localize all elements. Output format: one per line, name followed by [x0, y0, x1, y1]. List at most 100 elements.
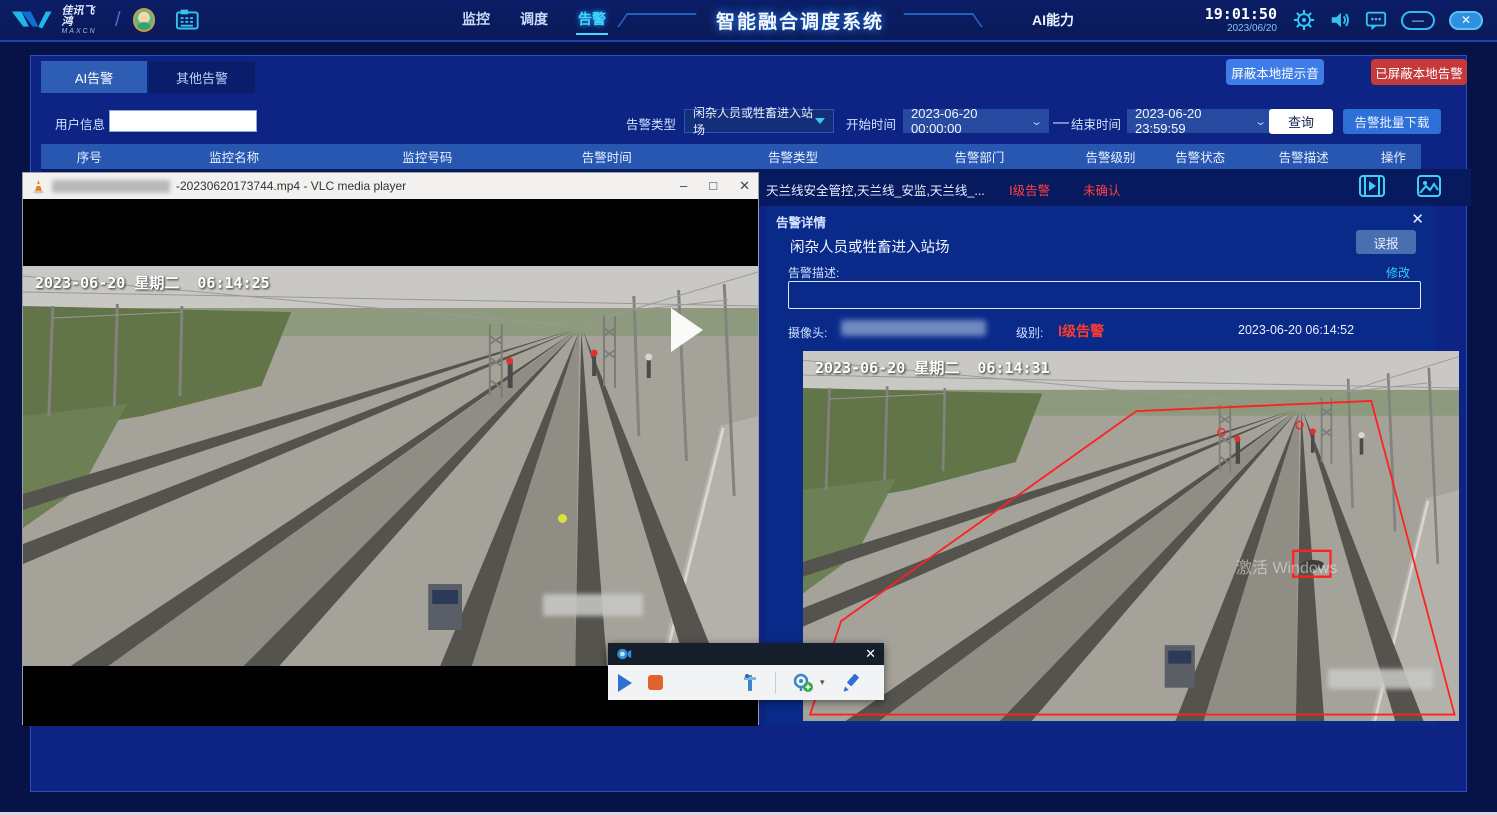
detection-zone-overlay	[803, 351, 1459, 721]
chevron-down-icon	[815, 118, 825, 124]
webcam-add-icon[interactable]	[792, 673, 814, 693]
decor-trim-left	[617, 13, 697, 27]
screen-recorder-toolbar[interactable]: ✕ ▾	[608, 643, 884, 700]
batch-download-button[interactable]: 告警批量下载	[1343, 109, 1441, 134]
redacted-label	[1328, 669, 1433, 689]
activate-windows-watermark: 激活 Windows	[1236, 554, 1337, 578]
recorder-close-icon[interactable]: ✕	[865, 646, 876, 662]
detail-panel-title: 告警详情	[776, 212, 826, 231]
query-button[interactable]: 查询	[1269, 109, 1333, 134]
recorder-title-bar[interactable]: ✕	[608, 643, 884, 665]
row-department: 天兰线安全管控,天兰线_安监,天兰线_...	[766, 180, 985, 199]
top-bar: 佳讯飞鸿 MAXCN / 监控 调度 告警 智能融合调度系统 AI能力	[0, 0, 1497, 42]
top-right-controls: 19:01:50 2023/06/20	[1205, 6, 1497, 34]
speaker-volume-icon[interactable]	[1329, 9, 1351, 31]
redacted-label	[543, 594, 643, 616]
application-window: 佳讯飞鸿 MAXCN / 监控 调度 告警 智能融合调度系统 AI能力	[0, 0, 1497, 815]
clock-date: 2023/06/20	[1205, 23, 1277, 34]
record-stop-button[interactable]	[648, 675, 663, 690]
message-chat-icon[interactable]	[1365, 9, 1387, 31]
camera-timestamp: 2023-06-20 星期二 06:14:25	[35, 272, 270, 293]
col-alert-level: 告警级别	[1062, 147, 1159, 166]
end-time-picker[interactable]: 2023-06-20 23:59:59 ⌄	[1127, 109, 1273, 133]
table-header-row: 序号 监控名称 监控号码 告警时间 告警类型 告警部门 告警级别 告警状态 告警…	[41, 144, 1421, 169]
col-monitor-name: 监控名称	[138, 147, 331, 166]
end-time-value: 2023-06-20 23:59:59	[1135, 106, 1248, 136]
settings-gear-icon[interactable]	[1293, 9, 1315, 31]
brand-logo: 佳讯飞鸿 MAXCN /	[0, 6, 200, 35]
logo-icon	[10, 7, 53, 33]
vlc-title-bar[interactable]: -20230620173744.mp4 - VLC media player –…	[23, 173, 758, 199]
fax-phone-icon[interactable]	[175, 8, 200, 32]
user-info-input[interactable]	[109, 110, 257, 132]
start-time-picker[interactable]: 2023-06-20 00:00:00 ⌄	[903, 109, 1049, 133]
chevron-down-icon: ⌄	[1254, 115, 1267, 128]
start-time-label: 开始时间	[846, 114, 896, 133]
divider: /	[115, 9, 121, 32]
col-operation: 操作	[1366, 147, 1421, 166]
camera-timestamp: 2023-06-20 星期二 06:14:31	[815, 357, 1050, 378]
level-value: Ⅰ级告警	[1058, 321, 1104, 341]
close-button[interactable]: ✕	[1449, 11, 1483, 30]
recorder-controls: ▾	[608, 665, 884, 700]
start-time-value: 2023-06-20 00:00:00	[911, 106, 1024, 136]
filter-bar: 用户信息 告警类型 闲杂人员或牲畜进入站场 开始时间 2023-06-20 00…	[31, 106, 1466, 138]
video-play-icon[interactable]	[1359, 175, 1385, 197]
detail-desc-label: 告警描述:	[788, 264, 839, 281]
detail-alert-time: 2023-06-20 06:14:52	[1238, 323, 1354, 337]
railway-scene	[23, 266, 758, 666]
vlc-maximize-button[interactable]: □	[709, 178, 717, 194]
alert-description-input[interactable]	[788, 281, 1421, 309]
misreport-button[interactable]: 误报	[1356, 230, 1416, 254]
alert-type-label: 告警类型	[626, 114, 676, 133]
nav-monitor[interactable]: 监控	[460, 5, 492, 35]
main-nav: 监控 调度 告警	[460, 5, 608, 35]
nav-dispatch[interactable]: 调度	[518, 5, 550, 35]
tab-ai-alert[interactable]: AI告警	[41, 61, 147, 93]
logo-text-en: MAXCN	[61, 28, 103, 35]
close-icon[interactable]: ✕	[1411, 210, 1424, 228]
col-alert-dept: 告警部门	[897, 147, 1063, 166]
col-alert-status: 告警状态	[1159, 147, 1242, 166]
minimize-button[interactable]: —	[1401, 11, 1435, 30]
alert-type-value: 闲杂人员或牲畜进入站场	[693, 104, 815, 138]
range-separator: —	[1053, 114, 1069, 132]
pencil-annotate-icon[interactable]	[841, 673, 861, 693]
col-alert-type: 告警类型	[690, 147, 897, 166]
vlc-cone-icon	[31, 179, 46, 194]
row-status: 未确认	[1083, 180, 1121, 199]
col-alert-desc: 告警描述	[1242, 147, 1366, 166]
chevron-down-icon: ⌄	[1030, 115, 1043, 128]
clock-time: 19:01:50	[1205, 6, 1277, 23]
redacted-filename	[52, 180, 170, 193]
col-monitor-number: 监控号码	[331, 147, 524, 166]
mute-local-tone-button[interactable]: 屏蔽本地提示音	[1226, 59, 1324, 85]
col-alert-time: 告警时间	[524, 147, 690, 166]
image-snapshot-icon[interactable]	[1417, 175, 1441, 197]
detail-alert-name: 闲杂人员或牲畜进入站场	[790, 236, 950, 257]
detection-dot	[558, 514, 567, 523]
vlc-close-button[interactable]: ✕	[739, 178, 750, 194]
col-seq: 序号	[41, 147, 138, 166]
play-overlay-icon[interactable]	[671, 308, 703, 352]
webcam-icon	[616, 647, 632, 661]
clamp-tool-icon[interactable]	[741, 673, 759, 693]
tab-other-alert[interactable]: 其他告警	[149, 61, 255, 93]
vlc-minimize-button[interactable]: –	[680, 178, 687, 194]
nav-alert[interactable]: 告警	[576, 5, 608, 35]
chevron-down-icon[interactable]: ▾	[820, 677, 825, 688]
vlc-video-frame: 2023-06-20 星期二 06:14:25	[23, 266, 758, 666]
user-avatar[interactable]	[133, 8, 156, 32]
vlc-window-title: -20230620173744.mp4 - VLC media player	[176, 179, 406, 193]
toolbar-divider	[775, 672, 776, 694]
modify-link[interactable]: 修改	[1386, 264, 1410, 281]
detection-camera-view: 2023-06-20 星期二 06:14:31	[803, 351, 1459, 721]
nav-ai-capability[interactable]: AI能力	[1032, 10, 1074, 30]
camera-name-redacted	[841, 320, 986, 336]
alert-type-dropdown[interactable]: 闲杂人员或牲畜进入站场	[684, 109, 834, 133]
record-play-button[interactable]	[618, 674, 632, 692]
muted-local-alerts-button[interactable]: 已屏蔽本地告警	[1371, 59, 1467, 85]
row-level: Ⅰ级告警	[1009, 180, 1050, 199]
system-title: 智能融合调度系统	[716, 7, 884, 34]
bottom-band	[0, 792, 1497, 812]
